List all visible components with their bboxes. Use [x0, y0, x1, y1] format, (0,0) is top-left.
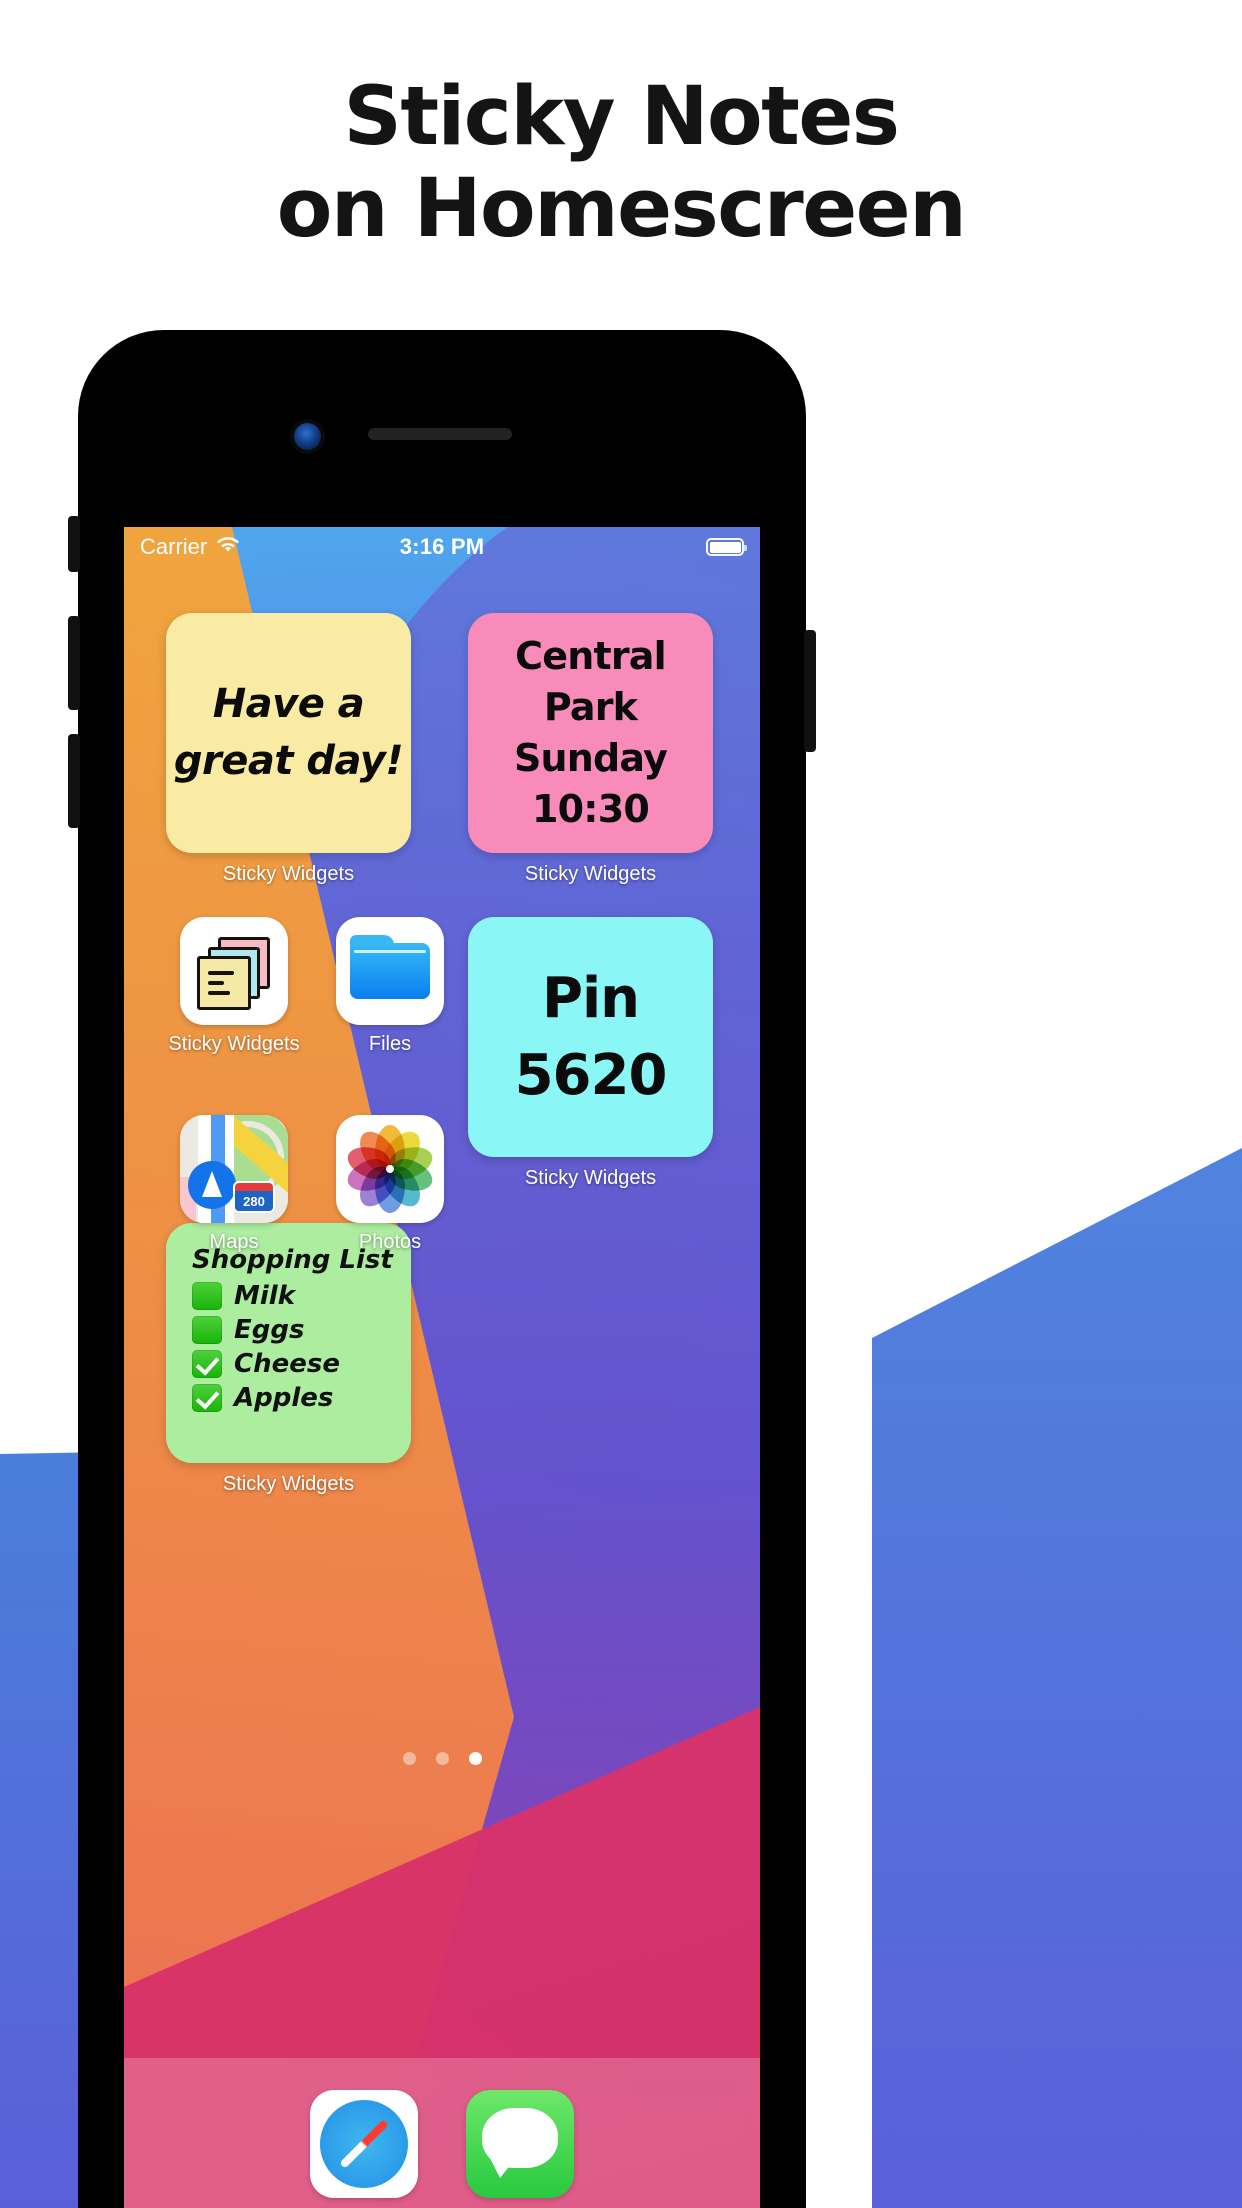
app-icon-photos[interactable]: Photos	[336, 1115, 444, 1253]
shopping-list: Shopping List Milk Eggs Cheese Apples	[192, 1245, 393, 1417]
volume-down-button[interactable]	[68, 734, 80, 828]
shopping-item-label: Eggs	[234, 1315, 305, 1345]
widget-sticky-cyan[interactable]: Pin 5620	[468, 917, 713, 1157]
front-camera-icon	[294, 423, 321, 450]
app-label: Files	[368, 1033, 412, 1055]
headline-line-1: Sticky Notes	[343, 70, 900, 164]
checkbox-cheese[interactable]	[192, 1350, 222, 1378]
app-icon-maps[interactable]: 280 Maps	[180, 1115, 288, 1253]
shopping-list-item[interactable]: Apples	[192, 1383, 393, 1413]
status-bar: Carrier 3:16 PM	[124, 527, 760, 567]
widget-cyan-label: Sticky Widgets	[524, 1167, 657, 1189]
pinwheel-icon	[336, 1115, 444, 1223]
compass-icon	[320, 2100, 408, 2188]
status-bar-right	[484, 538, 748, 556]
power-button[interactable]	[804, 630, 816, 752]
shopping-list-item[interactable]: Milk	[192, 1281, 393, 1311]
shopping-list-item[interactable]: Eggs	[192, 1315, 393, 1345]
home-screen-grid: Have a great day! Sticky Widgets Central…	[124, 567, 760, 2208]
dock-icon-safari[interactable]	[310, 2090, 418, 2198]
route-shield-icon: 280	[233, 1181, 275, 1213]
widget-sticky-pink[interactable]: Central Park Sunday 10:30	[468, 613, 713, 853]
page-dot-active[interactable]	[468, 1752, 482, 1765]
navigation-arrow-icon	[188, 1161, 236, 1209]
earpiece-speaker	[368, 428, 512, 440]
volume-up-button[interactable]	[68, 616, 80, 710]
app-icon-files[interactable]: Files	[336, 917, 444, 1055]
status-bar-left: Carrier	[140, 534, 400, 560]
app-label: Sticky Widgets	[168, 1033, 300, 1055]
mute-switch[interactable]	[68, 516, 80, 572]
page-title: Sticky Notes on Homescreen	[0, 70, 1242, 256]
page-dot[interactable]	[435, 1752, 449, 1765]
dock-icon-messages[interactable]	[466, 2090, 574, 2198]
checkbox-milk[interactable]	[192, 1282, 222, 1310]
shopping-list-item[interactable]: Cheese	[192, 1349, 393, 1379]
battery-icon	[706, 538, 748, 556]
widget-sticky-yellow[interactable]: Have a great day!	[166, 613, 411, 853]
clock: 3:16 PM	[399, 534, 485, 559]
widget-pink-text: Central Park Sunday 10:30	[513, 634, 668, 831]
widget-green-label: Sticky Widgets	[222, 1473, 355, 1495]
app-label: Photos	[358, 1231, 422, 1253]
widget-pink-label: Sticky Widgets	[524, 863, 657, 885]
widget-cyan-text: Pin 5620	[514, 965, 668, 1108]
shopping-item-label: Cheese	[234, 1349, 340, 1379]
widget-yellow-label: Sticky Widgets	[222, 863, 355, 885]
app-icon-sticky-widgets[interactable]: Sticky Widgets	[168, 917, 300, 1055]
headline-line-2: on Homescreen	[276, 161, 967, 256]
speech-bubble-icon	[482, 2108, 558, 2168]
phone-screen: Carrier 3:16 PM Have a great day! Sticky…	[124, 527, 760, 2208]
folder-icon	[336, 917, 444, 1025]
shopping-item-label: Milk	[234, 1281, 295, 1311]
app-label: Maps	[209, 1231, 259, 1253]
widget-yellow-text: Have a great day!	[173, 681, 404, 784]
dock	[124, 2058, 760, 2208]
checkbox-eggs[interactable]	[192, 1316, 222, 1344]
wifi-icon	[216, 534, 240, 560]
page-indicator[interactable]	[124, 1752, 760, 1765]
checkbox-apples[interactable]	[192, 1384, 222, 1412]
route-number: 280	[235, 1191, 273, 1211]
page-dot[interactable]	[402, 1752, 416, 1765]
bg-shape-right	[872, 1148, 1242, 2208]
sticky-notes-stack-icon	[180, 917, 288, 1025]
phone-mockup: Carrier 3:16 PM Have a great day! Sticky…	[68, 330, 816, 2208]
widget-sticky-green[interactable]: Shopping List Milk Eggs Cheese Apples	[166, 1223, 411, 1463]
map-icon: 280	[180, 1115, 288, 1223]
carrier-label: Carrier	[140, 534, 208, 559]
shopping-item-label: Apples	[234, 1383, 334, 1413]
